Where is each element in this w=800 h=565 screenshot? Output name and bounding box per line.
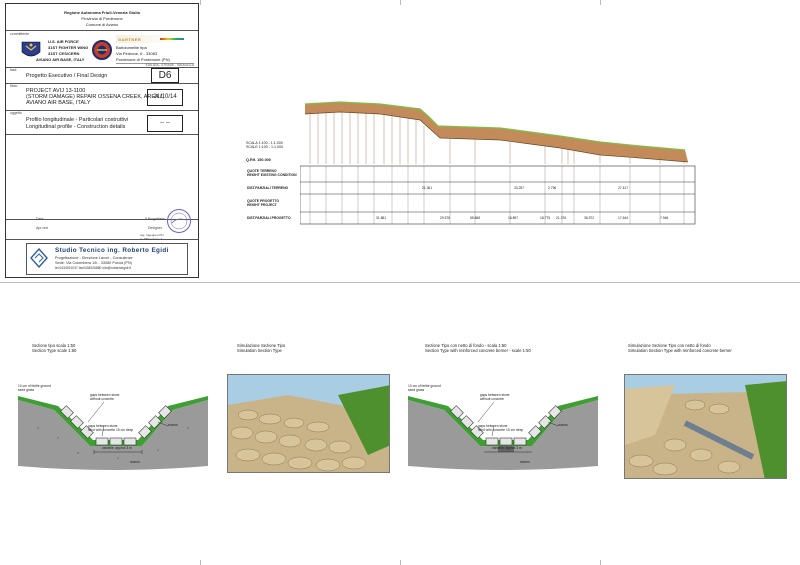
title-block: Regione Autonoma Friuli-Venezia Giulia P… — [5, 3, 199, 278]
row-label-terrain-distance: DIST.PARZIALI TERRENO — [247, 186, 289, 190]
subject-line-2: Longitudinal profile - Construction deta… — [26, 124, 126, 130]
detail-3-caption-line-2: Section Type with reinforced concrete be… — [425, 348, 531, 354]
approved-label: Apr.ved — [36, 226, 48, 230]
project-line-3: AVIANO AIR BASE, ITALY — [26, 100, 91, 106]
designer-label: Designer — [148, 226, 163, 230]
detail-1-caption: Sezione tipo scala 1:50 Section Type sca… — [32, 343, 76, 353]
detail-3-label: stones — [520, 460, 530, 464]
detail-4-caption: Simulazione Sezione Tipo con netto di fo… — [628, 343, 732, 353]
detail-4-caption-line-2: Simulation Section Type with reinforced … — [628, 348, 732, 354]
detail-4-simulation-image — [624, 374, 787, 479]
terrain-distance-value: 21.361 — [422, 186, 433, 190]
row-label-terrain-height: QUOTE TERRENO HEIGHT EXISTING CONDITION — [247, 169, 297, 178]
fold-line-horizontal — [0, 282, 800, 283]
studio-logo-icon — [30, 247, 48, 269]
crop-mark — [600, 0, 601, 5]
detail-1-caption-line-2: Section Type scale 1:50 — [32, 348, 77, 354]
profile-datum: Q.Rif. 150.000 — [246, 158, 271, 162]
oggetto-label: oggetto — [10, 111, 22, 115]
usaf-line-2: 31ST FIGHTER WING — [48, 45, 89, 50]
detail-3-caption: Sezione Tipo con netto di fondo - scala … — [425, 343, 531, 353]
studio-address: Sede: Via Colombera 1/b - 33080 Porcia (… — [55, 261, 132, 265]
detail-2-caption-line-2: Simulation Section Type — [237, 348, 282, 354]
project-distance-value: 7.946 — [660, 216, 669, 220]
project-distance-value: 21.376 — [556, 216, 567, 220]
contractor-logo: GARTNER — [116, 35, 186, 43]
row-label-project-distance: DIST.PARZIALI PROGETTO — [247, 216, 291, 220]
usaf-line-3: 31ST CES/CERN — [48, 51, 80, 56]
usaf-line-4: AVIANO AIR BASE, ITALY — [36, 57, 85, 62]
detail-2-caption: Simulazione Sezione Tipo Simulation Sect… — [237, 343, 285, 353]
terrain-distance-value: 2.796 — [548, 186, 557, 190]
data-label: Data — [36, 217, 44, 221]
subject-line-1: Profilo longitudinale - Particolari cost… — [26, 117, 129, 123]
detail-3-label: variable, approx 3 m — [492, 446, 522, 450]
project-distance-value: 36.972 — [584, 216, 595, 220]
project-distance-value: 17.644 — [618, 216, 629, 220]
studio-contacts: tel.0434921037 fax0434926880 info@robert… — [55, 266, 131, 270]
longitudinal-profile — [245, 86, 700, 236]
engineer-stamp — [166, 208, 192, 234]
municipality-line: Comune di Aviano — [85, 22, 119, 27]
detail-3-label: gaps between stone filled with concrete 1… — [478, 424, 524, 432]
date-box: 21/10/14 — [147, 89, 183, 106]
project-distance-value: 31.881 — [376, 216, 387, 220]
detail-3-label: stones — [558, 423, 568, 427]
project-distance-value: 29.578 — [440, 216, 451, 220]
sheet-code: D6 — [151, 68, 179, 83]
crop-mark — [200, 560, 201, 565]
project-distance-value: 18.775 — [540, 216, 551, 220]
detail-1-section-drawing: 10 cm of fertile ground seed grass gaps b… — [18, 378, 208, 470]
detail-1-label: 10 cm of fertile ground seed grass — [18, 384, 51, 392]
contractor-line-3: Pordenone di Pordenone (PN) — [116, 57, 170, 62]
contractor-line-1: Bartolomellie tipa — [116, 45, 147, 50]
detail-1-label: gaps between stone without concrete — [90, 393, 120, 401]
terrain-distance-value: 33.257 — [514, 186, 525, 190]
detail-1-label: variable, approx 3 m — [102, 446, 132, 450]
phase-text: Progetto Esecutivo / Final Design — [26, 73, 108, 79]
project-distance-value: 55.868 — [470, 216, 481, 220]
detail-1-label: stones — [168, 423, 178, 427]
detail-1-label: stones — [130, 460, 140, 464]
project-distance-value: 16.897 — [508, 216, 519, 220]
contractor-name: GARTNER — [118, 37, 142, 42]
contractor-line-2: Via Pedrone, 6 - 33083 — [116, 51, 158, 56]
profile-scale-line-2: SCALE 1:100 - 1:1.000 — [246, 145, 283, 150]
studio-name: Studio Tecnico ing. Roberto Egidi — [55, 247, 169, 254]
province-line: Provincia di Pordenone — [81, 16, 123, 21]
profile-scale: SCALA 1:100 - 1:1.000 SCALE 1:100 - 1:1.… — [246, 141, 283, 150]
crop-mark — [400, 560, 401, 565]
studio-box: Studio Tecnico ing. Roberto Egidi Proget… — [26, 243, 188, 275]
detail-1-label: gaps between stone filled with concrete 1… — [88, 424, 134, 432]
committente-label: committente — [10, 32, 30, 36]
fase-label: fase — [10, 68, 17, 72]
detail-3-label: 10 cm of fertile ground seed grass — [408, 384, 441, 392]
detail-2-simulation-image — [227, 374, 390, 473]
titolo-label: titolo — [10, 84, 18, 88]
studio-subtitle: Progettazione - Direzione Lavori - Consu… — [55, 256, 133, 260]
engineer-label: Il Progettista — [145, 217, 165, 221]
crop-mark — [200, 0, 201, 5]
fighter-wing-emblem-icon — [92, 40, 112, 60]
crop-mark — [600, 560, 601, 565]
detail-3-label: gaps between stone without concrete — [480, 393, 510, 401]
region-line: Regione Autonoma Friuli-Venezia Giulia — [64, 10, 140, 15]
scale-box: -- -- — [147, 115, 183, 132]
detail-3-section-drawing: 10 cm of fertile ground seed grass gaps b… — [408, 378, 598, 470]
usaf-line-1: U.S. AIR FORCE — [48, 39, 79, 44]
terrain-distance-value: 27.417 — [618, 186, 629, 190]
crop-mark — [400, 0, 401, 5]
row-label-project-height: QUOTE PROGETTO HEIGHT PROJECT — [247, 199, 279, 208]
